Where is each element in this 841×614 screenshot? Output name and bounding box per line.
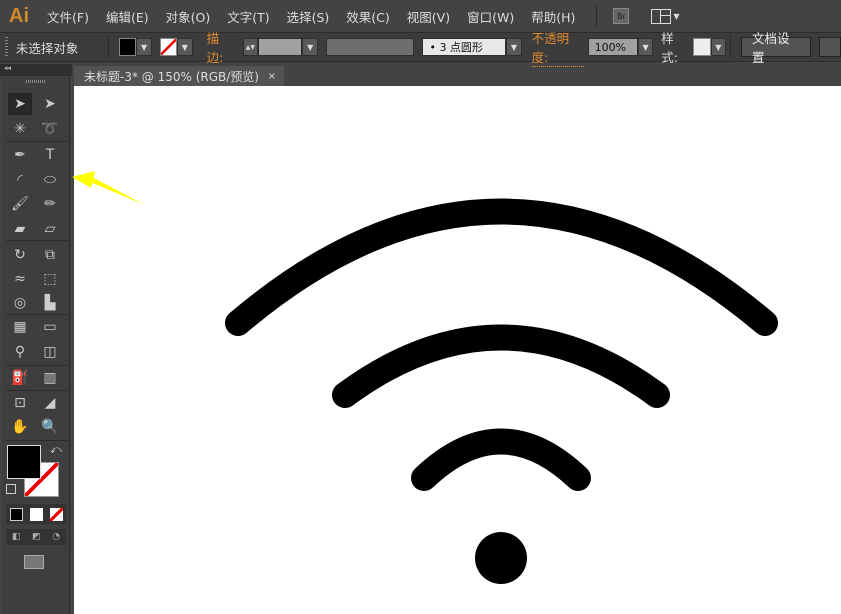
wifi-arc-outer: [238, 212, 765, 324]
artwork: [0, 0, 841, 614]
annotation-arrow: [72, 171, 145, 205]
fill-color-swatch[interactable]: [7, 445, 41, 479]
wifi-arc-middle: [345, 338, 657, 396]
wifi-arc-inner: [424, 442, 578, 479]
wifi-dot: [475, 532, 527, 584]
